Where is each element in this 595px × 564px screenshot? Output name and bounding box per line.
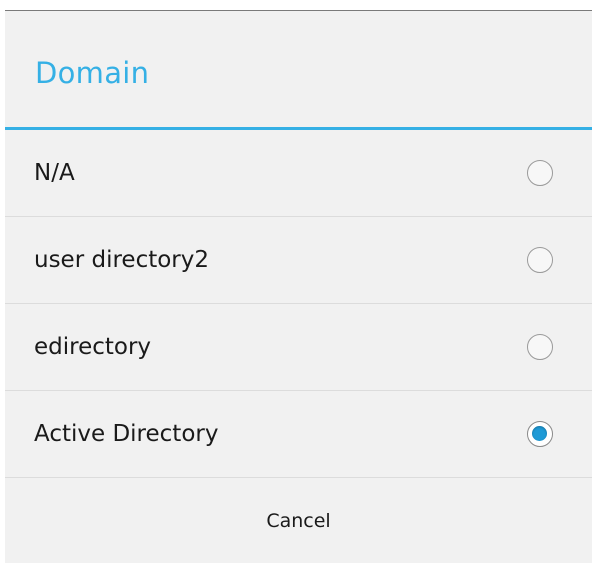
domain-option-list: N/A user directory2 edirectory Active Di… [5,130,592,478]
option-label: N/A [34,160,75,186]
option-item-active-directory[interactable]: Active Directory [5,391,592,478]
background-app-edge [0,0,595,8]
radio-button-unchecked[interactable] [527,334,553,360]
radio-button-unchecked[interactable] [527,247,553,273]
option-label: Active Directory [34,421,219,447]
dialog-title: Domain [35,56,150,90]
option-item-edirectory[interactable]: edirectory [5,304,592,391]
radio-button-unchecked[interactable] [527,160,553,186]
domain-dialog: Domain N/A user directory2 edirectory Ac… [5,10,592,563]
option-label: edirectory [34,334,152,360]
option-label: user directory2 [34,247,210,273]
dialog-button-bar: Cancel [5,479,592,564]
option-item-na[interactable]: N/A [5,130,592,217]
option-item-user-directory2[interactable]: user directory2 [5,217,592,304]
radio-button-checked[interactable] [527,421,553,447]
cancel-button[interactable]: Cancel [5,479,592,564]
